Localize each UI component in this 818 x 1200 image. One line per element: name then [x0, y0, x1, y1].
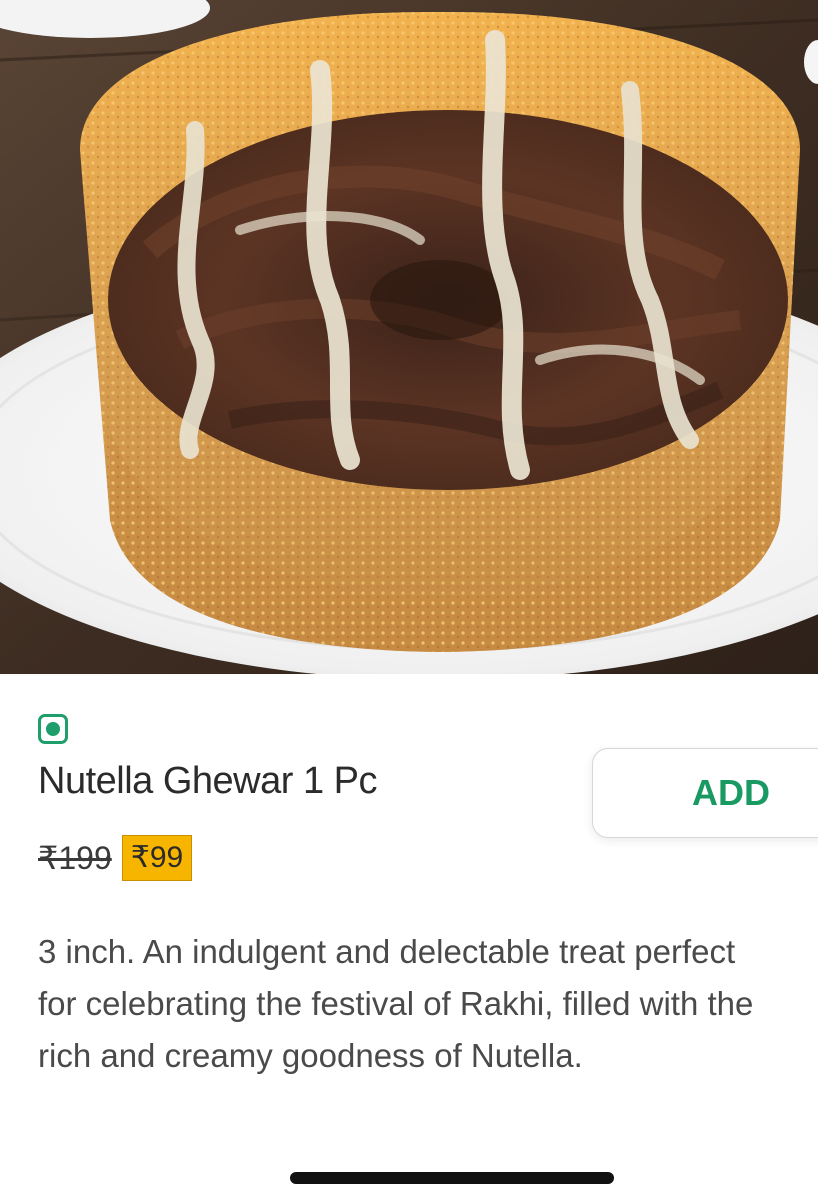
item-image[interactable]	[0, 0, 818, 674]
item-description: 3 inch. An indulgent and delectable trea…	[38, 933, 754, 1074]
ghewar-photo	[0, 0, 818, 674]
original-price: ₹199	[38, 840, 112, 876]
home-indicator[interactable]	[290, 1172, 614, 1184]
item-details: Nutella Ghewar 1 Pc ADD ₹199 ₹99 3 inch.…	[0, 674, 818, 1200]
item-title: Nutella Ghewar 1 Pc	[38, 760, 378, 802]
price-row: ₹199 ₹99	[38, 832, 193, 884]
add-button-label: ADD	[692, 772, 770, 813]
veg-indicator-icon	[38, 714, 68, 744]
discounted-price-badge: ₹99	[121, 835, 193, 881]
add-button[interactable]: ADD	[592, 748, 818, 838]
